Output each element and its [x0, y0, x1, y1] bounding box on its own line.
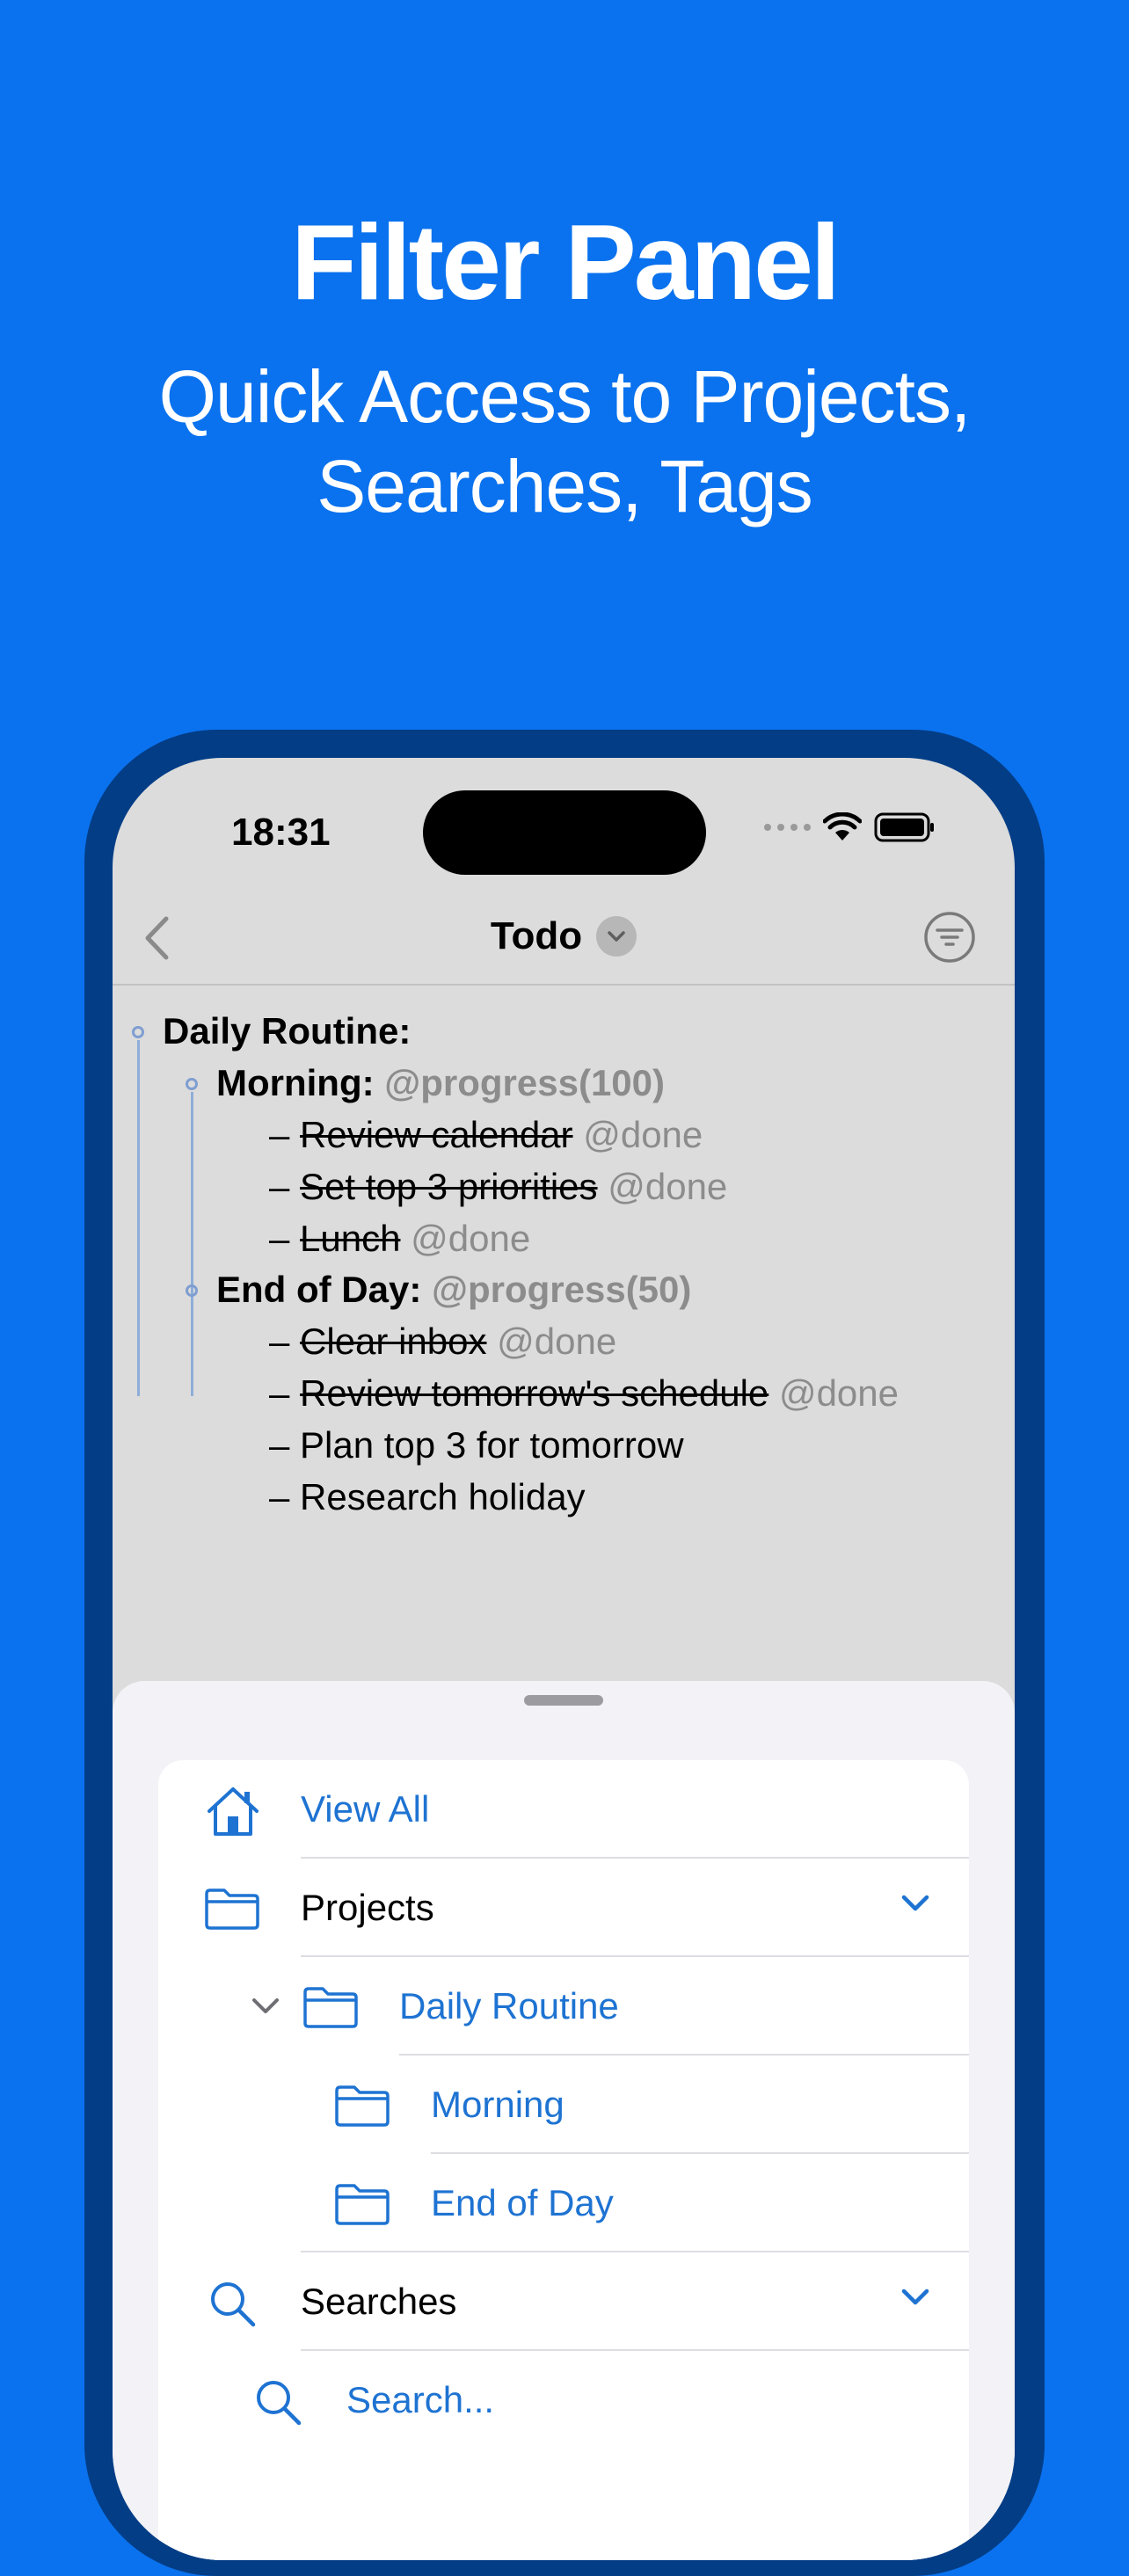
hero-subtitle-line2: Searches, Tags — [317, 445, 812, 528]
filter-row-search[interactable]: Search... — [158, 2351, 969, 2449]
project-title: Daily Routine: — [163, 1010, 412, 1052]
filter-panel-sheet: View All Projects Daily Routine Morning … — [113, 1681, 1015, 2560]
project-title: Morning: — [216, 1062, 375, 1103]
sheet-grabber[interactable] — [524, 1695, 603, 1706]
task-item: – Research holiday — [269, 1472, 586, 1523]
title-chevron-down-icon — [596, 916, 637, 957]
project-morning: Morning: @progress(100) — [216, 1058, 665, 1109]
task-dash: – — [269, 1166, 301, 1207]
task-text: Review calendar — [300, 1114, 573, 1155]
task-text: Research holiday — [300, 1476, 586, 1517]
hero-subtitle: Quick Access to Projects, Searches, Tags — [0, 352, 1129, 531]
progress-tag: @progress(100) — [384, 1062, 666, 1103]
filter-row-project-morning[interactable]: Morning — [158, 2056, 969, 2154]
status-icons — [764, 812, 936, 842]
filter-label: View All — [301, 1788, 430, 1830]
task-item: – Review tomorrow's schedule @done — [269, 1368, 899, 1419]
progress-tag: @progress(50) — [432, 1269, 692, 1310]
nav-divider — [113, 984, 1015, 986]
task-item: – Clear inbox @done — [269, 1316, 616, 1367]
filter-label: Morning — [431, 2084, 564, 2125]
done-tag: @done — [608, 1166, 728, 1207]
task-text: Review tomorrow's schedule — [300, 1372, 769, 1414]
filter-row-view-all[interactable]: View All — [158, 1760, 969, 1859]
chevron-down-icon[interactable] — [900, 1894, 930, 1913]
filter-label: Daily Routine — [399, 1985, 619, 2027]
filter-row-project-end-of-day[interactable]: End of Day — [158, 2154, 969, 2252]
house-icon — [208, 1787, 259, 1836]
signal-dots-icon — [764, 824, 811, 831]
task-dash: – — [269, 1476, 301, 1517]
filter-label: Projects — [301, 1887, 434, 1928]
done-tag: @done — [411, 1218, 531, 1259]
document-title-menu[interactable]: Todo — [491, 914, 637, 958]
task-item: – Set top 3 priorities @done — [269, 1161, 727, 1212]
folder-icon — [335, 2085, 390, 2127]
nav-title-area: Todo — [113, 914, 1015, 958]
phone-screen: 18:31 Todo Daily Routine: Morning: @prog… — [113, 758, 1015, 2560]
outline-bullet[interactable] — [186, 1284, 198, 1297]
task-dash: – — [269, 1114, 301, 1155]
task-dash: – — [269, 1424, 301, 1466]
filter-label: Searches — [301, 2281, 457, 2322]
project-daily-routine: Daily Routine: — [163, 1006, 411, 1057]
magnifier-icon — [211, 2282, 256, 2327]
wifi-icon — [823, 812, 862, 840]
chevron-down-icon[interactable] — [251, 1997, 280, 2015]
done-tag: @done — [583, 1114, 703, 1155]
nav-title: Todo — [490, 914, 583, 957]
done-tag: @done — [778, 1372, 900, 1414]
outline-bullet[interactable] — [186, 1078, 198, 1090]
status-time: 18:31 — [231, 811, 331, 854]
project-title: End of Day: — [216, 1269, 422, 1310]
search-placeholder: Search... — [346, 2379, 495, 2420]
filter-row-projects[interactable]: Projects — [158, 1859, 969, 1957]
task-item: – Review calendar @done — [269, 1110, 703, 1161]
filter-list: View All Projects Daily Routine Morning … — [158, 1760, 969, 2560]
filter-row-searches[interactable]: Searches — [158, 2252, 969, 2351]
outline-bullet[interactable] — [132, 1026, 144, 1038]
task-text: Set top 3 priorities — [300, 1166, 598, 1207]
task-text: Clear inbox — [300, 1321, 487, 1362]
task-item: – Plan top 3 for tomorrow — [269, 1420, 684, 1471]
hero-subtitle-line1: Quick Access to Projects, — [158, 355, 972, 438]
task-text: Lunch — [300, 1218, 401, 1259]
filter-icon[interactable] — [921, 909, 978, 965]
dynamic-island — [423, 790, 706, 875]
done-tag: @done — [497, 1321, 617, 1362]
magnifier-icon — [257, 2381, 302, 2426]
outline-guide-root — [137, 1040, 140, 1396]
task-dash: – — [269, 1372, 301, 1414]
hero-title: Filter Panel — [291, 202, 841, 322]
battery-icon — [874, 812, 934, 842]
folder-icon — [335, 2184, 390, 2225]
task-dash: – — [269, 1321, 301, 1362]
task-item: – Lunch @done — [269, 1213, 530, 1264]
task-dash: – — [269, 1218, 301, 1259]
project-end-of-day: End of Day: @progress(50) — [216, 1264, 691, 1315]
filter-row-project-daily-routine[interactable]: Daily Routine — [158, 1957, 969, 2056]
filter-label: End of Day — [431, 2182, 614, 2223]
folder-icon — [205, 1888, 259, 1930]
chevron-down-icon[interactable] — [900, 2288, 930, 2307]
folder-icon — [303, 1987, 358, 2028]
task-text: Plan top 3 for tomorrow — [300, 1424, 684, 1466]
